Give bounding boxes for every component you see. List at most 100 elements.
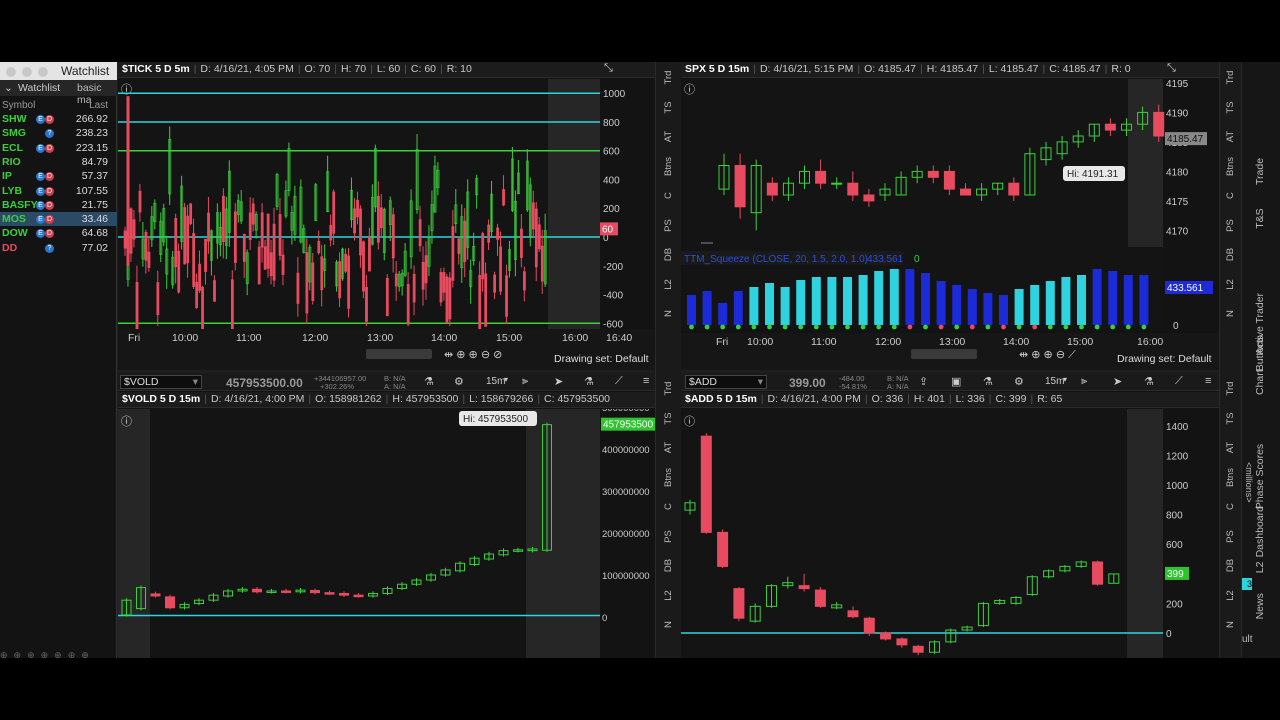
spx-chart-canvas[interactable]: ⓘ419541904185418041754170Hi: 4191.314185…: [681, 79, 1219, 370]
right-tab-dashboard[interactable]: Dashboard: [1254, 506, 1266, 557]
right-tab-trade[interactable]: Trade: [1254, 158, 1266, 185]
gear-icon[interactable]: ⚙: [1014, 375, 1024, 388]
scrollbar-thumb[interactable]: [911, 349, 977, 359]
timeframe-dropdown-icon[interactable]: ▾: [1063, 375, 1067, 384]
side-tab-n[interactable]: N: [663, 612, 674, 637]
col-symbol[interactable]: Symbol: [2, 100, 35, 111]
right-tab-l2[interactable]: L2: [1254, 562, 1266, 574]
side-tab-btns[interactable]: Btns: [663, 465, 674, 490]
drawings-icon[interactable]: ⟋: [1175, 375, 1183, 388]
watchlist-footer-icons[interactable]: ⊕⊕⊕⊕⊕⊕⊕: [0, 650, 117, 658]
chart-symbol[interactable]: $ADD 5 D 15m: [685, 393, 757, 405]
right-tab-phase-scores[interactable]: Phase Scores: [1254, 444, 1266, 509]
menu-icon[interactable]: ≡: [1205, 375, 1211, 387]
side-tab-c[interactable]: C: [1225, 185, 1236, 206]
watchlist-row[interactable]: ECL E D 223.15: [0, 141, 117, 155]
side-tab-at[interactable]: AT: [663, 124, 674, 149]
dividend-icon[interactable]: D: [45, 143, 54, 153]
info-icon[interactable]: ⓘ: [684, 83, 695, 96]
side-tab-at[interactable]: AT: [1225, 126, 1236, 147]
watchlist-row[interactable]: DOW E D 64.68: [0, 226, 117, 240]
collapse-icon[interactable]: ⤡: [1167, 62, 1176, 75]
side-tab-btns[interactable]: Btns: [1225, 156, 1236, 177]
tick-chart-icon[interactable]: ⫸: [1081, 375, 1087, 388]
right-tab-news[interactable]: News: [1254, 593, 1266, 619]
watchlist-row[interactable]: DD? 77.02: [0, 241, 117, 255]
studies-icon[interactable]: ⚗: [584, 375, 594, 388]
side-tab-l2[interactable]: L2: [1225, 585, 1236, 606]
side-tab-n[interactable]: N: [663, 301, 674, 326]
scrollbar-thumb[interactable]: [366, 349, 432, 359]
add-chart-canvas[interactable]: ⓘ1400120010008006004002000-200399: [681, 409, 1219, 658]
side-tab-ps[interactable]: PS: [1225, 526, 1236, 547]
side-tab-ps[interactable]: PS: [663, 524, 674, 549]
tick-chart-canvas[interactable]: ⓘ 10008006004002000-200-400-60060Fri 10:00…: [118, 79, 655, 370]
side-tab-n[interactable]: N: [1225, 614, 1236, 635]
side-tab-btns[interactable]: Btns: [663, 154, 674, 179]
earnings-icon[interactable]: E: [36, 186, 45, 196]
gear-icon[interactable]: ⚙: [454, 375, 464, 388]
timeframe-dropdown-icon[interactable]: ▾: [504, 375, 508, 384]
dividend-icon[interactable]: D: [45, 229, 54, 239]
cursor-icon[interactable]: ➤: [1113, 375, 1122, 388]
side-tab-c[interactable]: C: [663, 183, 674, 208]
side-tab-db[interactable]: DB: [663, 553, 674, 578]
earnings-icon[interactable]: E: [36, 215, 45, 225]
col-last[interactable]: Last: [89, 100, 108, 111]
side-tab-db[interactable]: DB: [1225, 555, 1236, 576]
earnings-icon[interactable]: E: [36, 115, 45, 124]
earnings-icon[interactable]: E: [36, 229, 45, 239]
side-tab-ts[interactable]: TS: [663, 95, 674, 120]
info-icon[interactable]: ⓘ: [121, 83, 132, 96]
help-icon[interactable]: ?: [45, 243, 54, 253]
studies-icon[interactable]: ⚗: [1144, 375, 1154, 388]
side-tab-db[interactable]: DB: [663, 242, 674, 267]
side-tab-l2[interactable]: L2: [663, 583, 674, 608]
right-tab-t-s[interactable]: T&S: [1254, 208, 1266, 228]
dividend-icon[interactable]: D: [45, 172, 54, 182]
side-tab-ps[interactable]: PS: [1225, 215, 1236, 236]
side-tab-trd[interactable]: Trd: [1225, 67, 1236, 88]
timeframe-button[interactable]: 15m: [486, 376, 505, 387]
chart-symbol[interactable]: $VOLD 5 D 15m: [122, 393, 200, 405]
side-tab-db[interactable]: DB: [1225, 244, 1236, 265]
close-dot-icon[interactable]: [6, 67, 16, 77]
menu-icon[interactable]: ≡: [643, 375, 649, 387]
side-tab-ts[interactable]: TS: [663, 406, 674, 431]
right-tab-buttons[interactable]: Buttons: [1254, 336, 1266, 372]
side-tab-btns[interactable]: Btns: [1225, 467, 1236, 488]
share-icon[interactable]: ⇪: [919, 375, 928, 388]
snapshot-icon[interactable]: ▣: [951, 375, 961, 388]
side-tab-ts[interactable]: TS: [1225, 97, 1236, 118]
maximize-dot-icon[interactable]: [38, 67, 48, 77]
side-tab-trd[interactable]: Trd: [663, 376, 674, 401]
side-tab-l2[interactable]: L2: [663, 272, 674, 297]
info-icon[interactable]: ⓘ: [684, 415, 695, 428]
side-tab-c[interactable]: C: [663, 494, 674, 519]
watchlist-row[interactable]: IP E D 57.37: [0, 169, 117, 183]
side-tab-ts[interactable]: TS: [1225, 408, 1236, 429]
watchlist-row[interactable]: RIO 84.79: [0, 155, 117, 169]
side-tab-ps[interactable]: PS: [663, 213, 674, 238]
cursor-icon[interactable]: ➤: [554, 375, 563, 388]
chart-symbol[interactable]: SPX 5 D 15m: [685, 63, 749, 75]
tick-chart-icon[interactable]: ⫸: [522, 375, 528, 388]
dividend-icon[interactable]: D: [45, 215, 54, 225]
side-tab-c[interactable]: C: [1225, 496, 1236, 517]
timeframe-button[interactable]: 15m: [1045, 376, 1064, 387]
earnings-icon[interactable]: E: [36, 172, 45, 182]
chevron-down-icon[interactable]: ⌄: [4, 82, 13, 94]
tab-watchlist[interactable]: Watchlist: [18, 82, 60, 94]
watchlist-row[interactable]: BASFY E D 21.75: [0, 198, 117, 212]
watchlist-titlebar[interactable]: Watchlist: [0, 62, 117, 80]
watchlist-row[interactable]: MOS E D 33.46: [0, 212, 117, 227]
watchlist-row[interactable]: SHW E D 266.92: [0, 112, 117, 126]
side-tab-at[interactable]: AT: [663, 435, 674, 460]
drawing-set-label[interactable]: Drawing set: Default: [1117, 353, 1212, 365]
symbol-selector[interactable]: $ADD ▾: [685, 375, 767, 389]
help-icon[interactable]: ?: [45, 129, 54, 139]
dividend-icon[interactable]: D: [45, 200, 54, 210]
chart-symbol[interactable]: $TICK 5 D 5m: [122, 63, 190, 75]
drawings-icon[interactable]: ⟋: [615, 375, 623, 388]
collapse-icon[interactable]: ⤡: [604, 62, 613, 75]
